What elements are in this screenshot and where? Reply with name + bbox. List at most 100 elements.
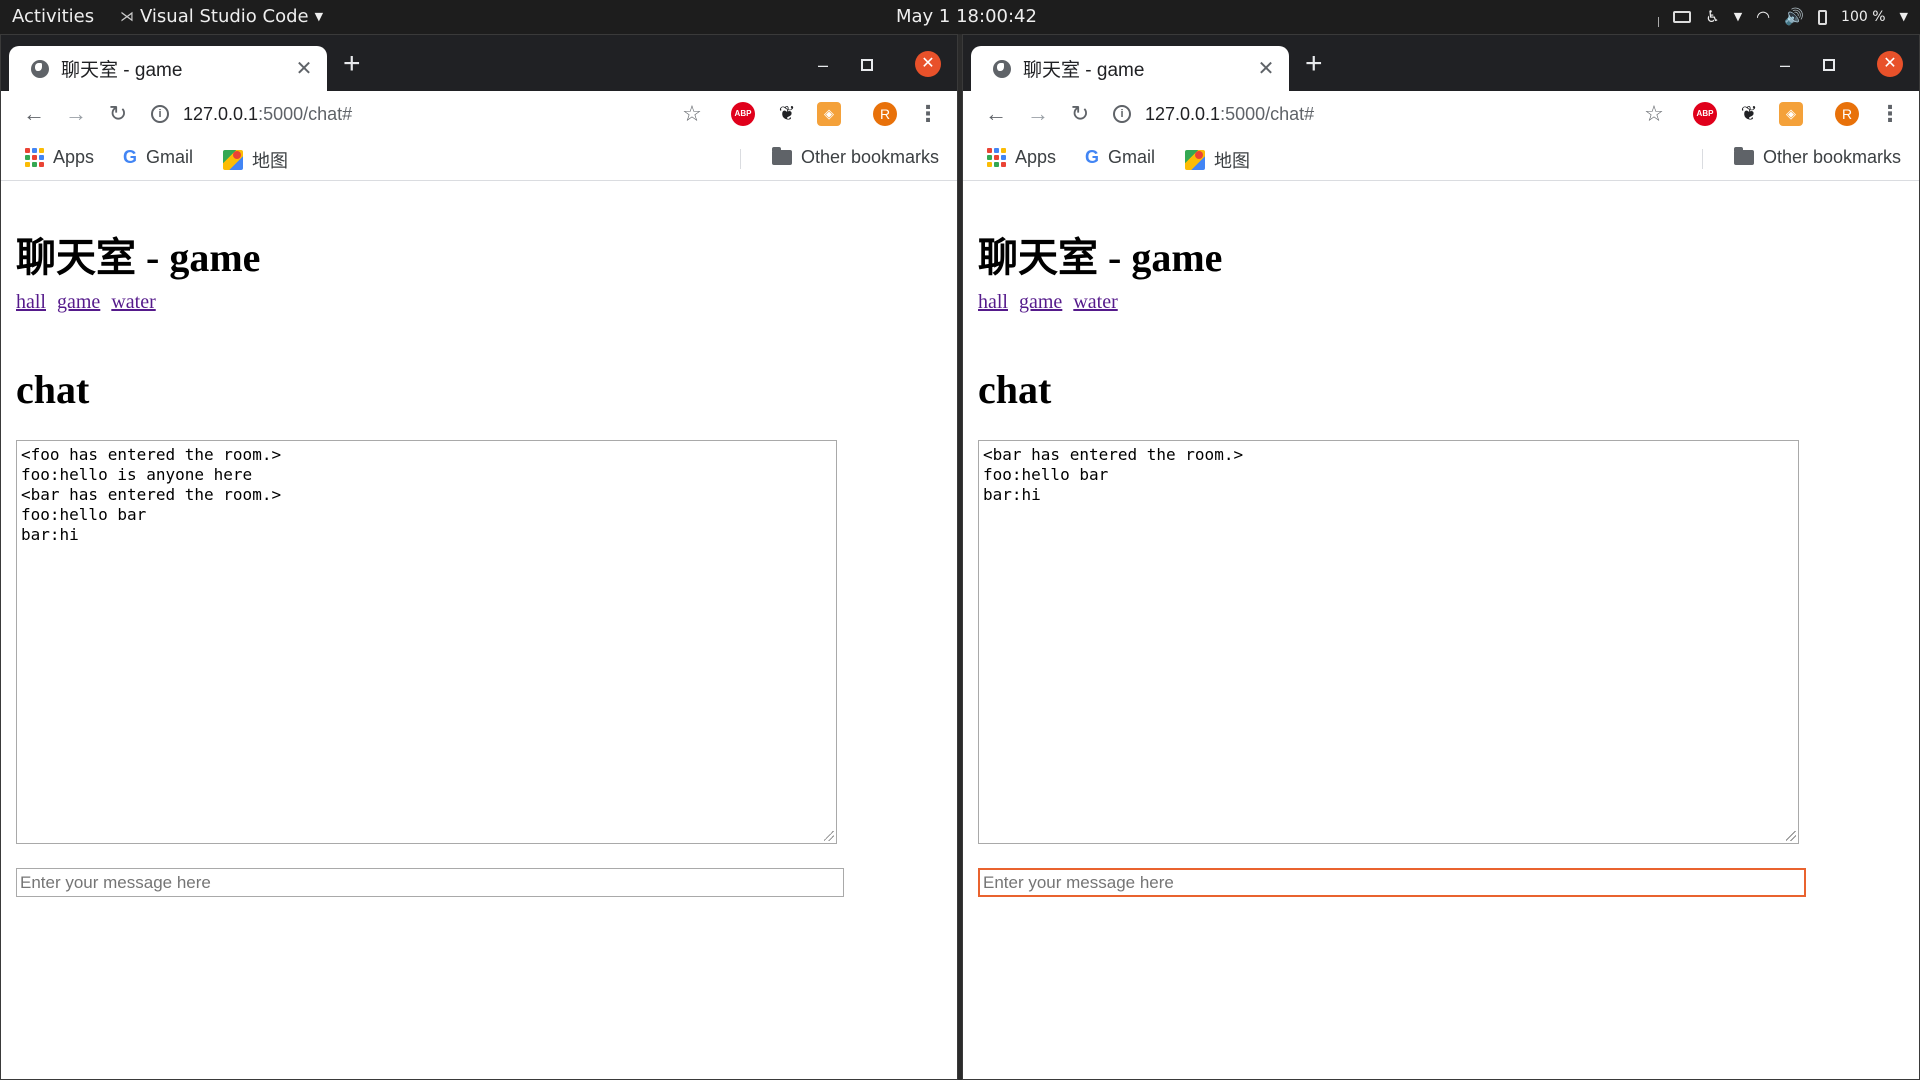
- bookmark-other[interactable]: Other bookmarks: [1733, 147, 1901, 168]
- wifi-icon[interactable]: ◠: [1756, 0, 1770, 34]
- nav-link-water[interactable]: water: [111, 291, 155, 313]
- google-icon: G: [123, 147, 138, 167]
- chat-log-textarea[interactable]: <foo has entered the room.> foo:hello is…: [16, 440, 837, 844]
- back-button[interactable]: ←: [983, 101, 1009, 127]
- resize-grip-icon[interactable]: [824, 831, 834, 841]
- bookmark-maps[interactable]: 地图: [1185, 147, 1250, 173]
- gitcoin-extension-icon[interactable]: ❦: [775, 102, 799, 126]
- new-tab-button[interactable]: +: [1305, 49, 1323, 79]
- maximize-button[interactable]: [857, 53, 877, 77]
- reload-button[interactable]: ↻: [105, 101, 131, 127]
- maps-icon: [223, 150, 243, 170]
- profile-avatar[interactable]: R: [1835, 102, 1859, 126]
- kebab-menu-icon[interactable]: ⋮: [1877, 101, 1903, 127]
- back-button[interactable]: ←: [21, 101, 47, 127]
- new-tab-button[interactable]: +: [343, 49, 361, 79]
- vscode-icon: ⋊: [120, 9, 134, 25]
- tab-title: 聊天室 - game: [61, 60, 183, 81]
- chevron-down-icon[interactable]: ▼: [1900, 0, 1908, 34]
- nav-link-game[interactable]: game: [1019, 291, 1062, 313]
- bookmark-gmail-label: Gmail: [146, 147, 194, 167]
- profile-avatar[interactable]: R: [873, 102, 897, 126]
- gitcoin-extension-icon[interactable]: ❦: [1737, 102, 1761, 126]
- google-icon: G: [1085, 147, 1100, 167]
- nav-link-water[interactable]: water: [1073, 291, 1117, 313]
- message-input[interactable]: [978, 868, 1806, 897]
- site-info-icon[interactable]: i: [151, 105, 169, 123]
- globe-icon: [993, 59, 1011, 78]
- apps-grid-icon: [987, 148, 1006, 167]
- bookmark-maps-label: 地图: [1214, 151, 1250, 171]
- forward-button[interactable]: →: [1025, 101, 1051, 127]
- close-tab-icon[interactable]: ✕: [293, 56, 315, 81]
- resize-grip-icon[interactable]: [1786, 831, 1796, 841]
- bookmark-apps-label: Apps: [1015, 147, 1057, 167]
- bookmarks-divider: [1702, 149, 1703, 169]
- system-tray[interactable]: ♿ ▼ ◠ 🔊 100 % ▼: [1658, 0, 1908, 34]
- bookmark-other-label: Other bookmarks: [1762, 147, 1901, 167]
- bookmark-apps-label: Apps: [53, 147, 95, 167]
- maps-icon: [1185, 150, 1205, 170]
- site-info-icon[interactable]: i: [1113, 105, 1131, 123]
- address-bar[interactable]: i 127.0.0.1:5000/chat#: [1113, 97, 1673, 131]
- close-window-button[interactable]: ✕: [1877, 51, 1903, 77]
- url-path: :5000/chat#: [258, 103, 353, 124]
- url-path: :5000/chat#: [1220, 103, 1315, 124]
- bookmarks-divider: [740, 149, 741, 169]
- battery-icon[interactable]: [1818, 9, 1828, 25]
- bookmark-star-icon[interactable]: ☆: [679, 101, 705, 127]
- close-window-button[interactable]: ✕: [915, 51, 941, 77]
- page-title: 聊天室 - game: [978, 235, 1223, 280]
- tab-active[interactable]: 聊天室 - game ✕: [971, 46, 1289, 91]
- shield-extension-icon[interactable]: ◈: [817, 102, 841, 126]
- folder-icon: [1733, 147, 1754, 165]
- room-nav: hall game water: [16, 291, 162, 314]
- section-heading: chat: [978, 367, 1052, 412]
- nav-link-game[interactable]: game: [57, 291, 100, 313]
- bookmark-maps[interactable]: 地图: [223, 147, 288, 173]
- url-host: 127.0.0.1: [1145, 103, 1221, 124]
- room-nav: hall game water: [978, 291, 1124, 314]
- activities-button[interactable]: Activities: [12, 0, 94, 34]
- clock[interactable]: May 1 18:00:42: [896, 0, 1037, 34]
- bookmark-other[interactable]: Other bookmarks: [771, 147, 939, 168]
- adblock-extension-icon[interactable]: ABP: [731, 102, 755, 126]
- bookmark-apps[interactable]: Apps: [25, 147, 94, 168]
- minimize-button[interactable]: –: [1775, 53, 1795, 77]
- volume-icon[interactable]: 🔊: [1784, 0, 1804, 34]
- browser-toolbar: ← → ↻ i 127.0.0.1:5000/chat# ☆ ABP ❦ ◈ R…: [1, 91, 957, 137]
- battery-percent: 100 %: [1841, 9, 1886, 25]
- tab-title: 聊天室 - game: [1023, 60, 1145, 81]
- browser-window-left: 聊天室 - game ✕ + – ✕ ← → ↻ i 127.0.0.1:500…: [0, 34, 958, 1080]
- app-menu-label: Visual Studio Code: [140, 6, 309, 27]
- kebab-menu-icon[interactable]: ⋮: [915, 101, 941, 127]
- reload-button[interactable]: ↻: [1067, 101, 1093, 127]
- bookmark-star-icon[interactable]: ☆: [1641, 101, 1667, 127]
- accessibility-icon[interactable]: ♿: [1705, 0, 1719, 34]
- browser-toolbar: ← → ↻ i 127.0.0.1:5000/chat# ☆ ABP ❦ ◈ R…: [963, 91, 1919, 137]
- bookmarks-bar: Apps G Gmail 地图 Other bookmarks: [1, 137, 957, 181]
- tab-active[interactable]: 聊天室 - game ✕: [9, 46, 327, 91]
- nav-link-hall[interactable]: hall: [978, 291, 1008, 313]
- maximize-icon: [1823, 58, 1835, 71]
- app-menu[interactable]: ⋊ Visual Studio Code ▼: [120, 0, 323, 34]
- shield-extension-icon[interactable]: ◈: [1779, 102, 1803, 126]
- maximize-button[interactable]: [1819, 53, 1839, 77]
- page-title: 聊天室 - game: [16, 235, 261, 280]
- nav-link-hall[interactable]: hall: [16, 291, 46, 313]
- page-content: 聊天室 - game hall game water chat <foo has…: [1, 182, 957, 1079]
- chat-log-text: <foo has entered the room.> foo:hello is…: [21, 445, 282, 544]
- close-tab-icon[interactable]: ✕: [1255, 56, 1277, 81]
- bookmark-apps[interactable]: Apps: [987, 147, 1056, 168]
- message-input[interactable]: [16, 868, 844, 897]
- minimize-button[interactable]: –: [813, 53, 833, 77]
- chat-log-textarea[interactable]: <bar has entered the room.> foo:hello ba…: [978, 440, 1799, 844]
- bookmark-gmail[interactable]: G Gmail: [123, 147, 193, 168]
- forward-button[interactable]: →: [63, 101, 89, 127]
- bookmark-gmail[interactable]: G Gmail: [1085, 147, 1155, 168]
- adblock-extension-icon[interactable]: ABP: [1693, 102, 1717, 126]
- keyboard-icon[interactable]: [1673, 11, 1692, 23]
- chevron-down-icon[interactable]: ▼: [1734, 0, 1742, 34]
- bookmark-other-label: Other bookmarks: [800, 147, 939, 167]
- address-bar[interactable]: i 127.0.0.1:5000/chat#: [151, 97, 711, 131]
